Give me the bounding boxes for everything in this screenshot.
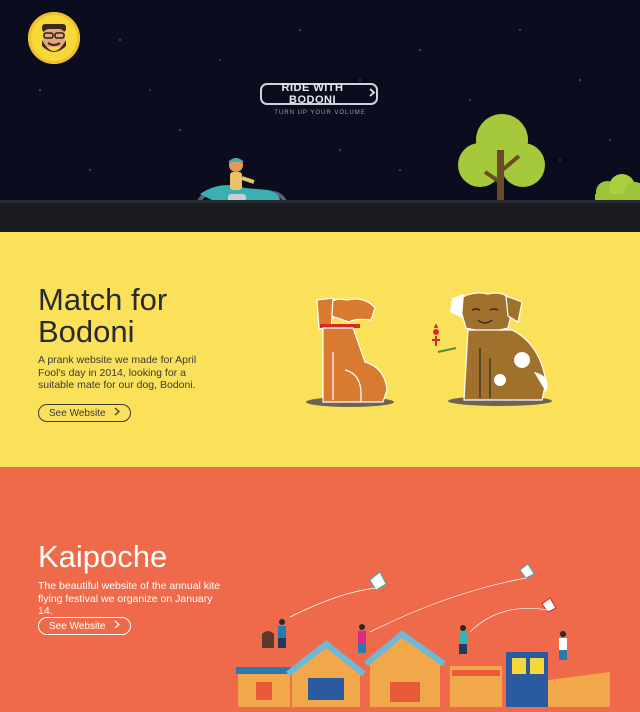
volume-hint: TURN UP YOUR VOLUME xyxy=(274,110,366,116)
kaipoche-title: Kaipoche xyxy=(38,539,168,574)
kaipoche-description: The beautiful website of the annual kite… xyxy=(38,580,221,617)
page: RIDE WITH BODONI TURN UP YOUR VOLUME Mat… xyxy=(0,0,640,712)
ride-button-label: RIDE WITH BODONI xyxy=(281,82,344,106)
kaipoche-see-website-button[interactable]: See Website xyxy=(38,617,131,635)
bearded-man-logo[interactable] xyxy=(28,12,80,64)
kite-icon xyxy=(369,563,557,613)
ride-with-bodoni-button[interactable]: RIDE WITH BODONI xyxy=(260,82,378,106)
spotted-dog-illustration xyxy=(432,292,552,406)
match-title-line2: Bodoni xyxy=(38,314,135,349)
beard-face-icon xyxy=(32,16,76,60)
chevron-right-icon xyxy=(114,407,120,419)
kite-festival-illustration xyxy=(236,563,610,707)
match-title-line1: Match for xyxy=(38,282,168,317)
kaipoche-section: Kaipoche The beautiful website of the an… xyxy=(0,467,640,712)
match-see-website-label: See Website xyxy=(49,407,106,419)
road xyxy=(0,200,640,232)
kaipoche-see-website-label: See Website xyxy=(49,620,106,632)
chevron-right-icon xyxy=(114,620,120,632)
chevron-right-icon xyxy=(369,88,376,100)
hero-section: RIDE WITH BODONI TURN UP YOUR VOLUME xyxy=(0,0,640,232)
match-description: A prank website we made for April Fool's… xyxy=(38,354,197,391)
match-see-website-button[interactable]: See Website xyxy=(38,404,131,422)
orange-dog-illustration xyxy=(306,297,394,407)
match-title: Match for Bodoni xyxy=(38,284,167,348)
match-for-bodoni-section: Match for Bodoni A prank website we made… xyxy=(0,232,640,467)
